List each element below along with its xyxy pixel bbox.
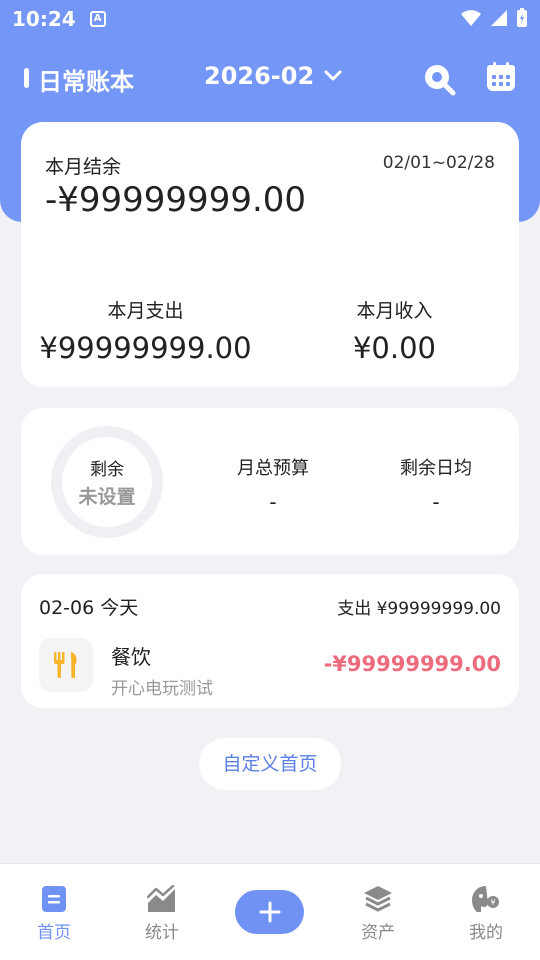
budget-ring: 剩余 未设置	[51, 426, 163, 538]
daily-average-label: 剩余日均	[400, 458, 472, 479]
app-bar: 日常账本 2026-02	[0, 56, 540, 102]
nav-assets[interactable]: 资产	[348, 884, 408, 943]
calendar-button[interactable]	[486, 62, 520, 96]
nav-stats-label: 统计	[145, 923, 179, 943]
nav-assets-label: 资产	[361, 923, 395, 943]
transaction-note: 开心电玩测试	[111, 679, 213, 699]
home-icon	[42, 886, 66, 912]
day-group-card: 02-06 今天 支出 ¥99999999.00 餐饮 开心电玩测试 -¥999…	[21, 574, 519, 708]
profile-icon: ¥	[472, 886, 499, 912]
utensils-icon	[54, 652, 77, 678]
expense-label: 本月支出	[107, 300, 184, 322]
category-icon-box	[39, 638, 93, 692]
notification-icon: A	[89, 11, 106, 27]
day-total: 支出 ¥99999999.00	[337, 599, 501, 619]
total-budget-label: 月总预算	[237, 458, 309, 479]
plus-icon	[259, 901, 280, 923]
nav-mine[interactable]: ¥ 我的	[456, 884, 516, 943]
book-indicator	[24, 68, 29, 88]
balance-label: 本月结余	[45, 156, 122, 178]
income-value: ¥0.00	[352, 331, 437, 365]
income-label: 本月收入	[356, 300, 433, 322]
month-text: 2026-02	[204, 62, 315, 90]
day-date: 02-06 今天	[39, 597, 139, 619]
customize-home-button[interactable]: 自定义首页	[199, 738, 341, 790]
chart-icon	[147, 885, 175, 912]
ring-value: 未设置	[78, 486, 136, 508]
chevron-down-icon	[324, 70, 342, 81]
daily-average: 剩余日均 -	[356, 454, 516, 514]
bottom-nav: 首页 统计 资产 ¥ 我的	[0, 863, 540, 960]
battery-icon	[517, 8, 527, 27]
ring-label: 剩余	[90, 460, 124, 480]
nav-home[interactable]: 首页	[24, 884, 84, 943]
daily-average-value: -	[432, 490, 440, 514]
expense-stat: 本月支出 ¥99999999.00	[21, 296, 270, 365]
status-time: 10:24	[12, 7, 76, 31]
svg-text:¥: ¥	[490, 898, 495, 907]
transaction-amount: -¥99999999.00	[323, 652, 501, 676]
add-record-button[interactable]	[235, 890, 304, 934]
search-button[interactable]	[422, 62, 456, 96]
signal-icon	[491, 10, 507, 26]
layers-icon	[364, 886, 392, 912]
search-icon	[425, 65, 456, 96]
transaction-row[interactable]: 餐饮 开心电玩测试 -¥99999999.00	[21, 630, 519, 700]
wifi-icon	[461, 10, 481, 26]
total-budget: 月总预算 -	[193, 454, 353, 514]
calendar-icon	[487, 62, 515, 91]
status-bar: 10:24 A	[0, 0, 540, 38]
balance-card[interactable]: 本月结余 02/01~02/28 -¥99999999.00 本月支出 ¥999…	[21, 122, 519, 387]
month-selector[interactable]: 2026-02	[204, 62, 342, 90]
budget-card[interactable]: 剩余 未设置 月总预算 - 剩余日均 -	[21, 408, 519, 555]
income-stat: 本月收入 ¥0.00	[270, 296, 519, 365]
balance-value: -¥99999999.00	[45, 180, 307, 220]
nav-stats[interactable]: 统计	[132, 884, 192, 943]
nav-mine-label: 我的	[469, 923, 503, 943]
expense-value: ¥99999999.00	[39, 331, 252, 365]
total-budget-value: -	[269, 490, 277, 514]
transaction-category: 餐饮	[111, 645, 151, 669]
book-title[interactable]: 日常账本	[38, 62, 134, 97]
date-range: 02/01~02/28	[382, 153, 495, 173]
nav-home-label: 首页	[37, 923, 71, 943]
